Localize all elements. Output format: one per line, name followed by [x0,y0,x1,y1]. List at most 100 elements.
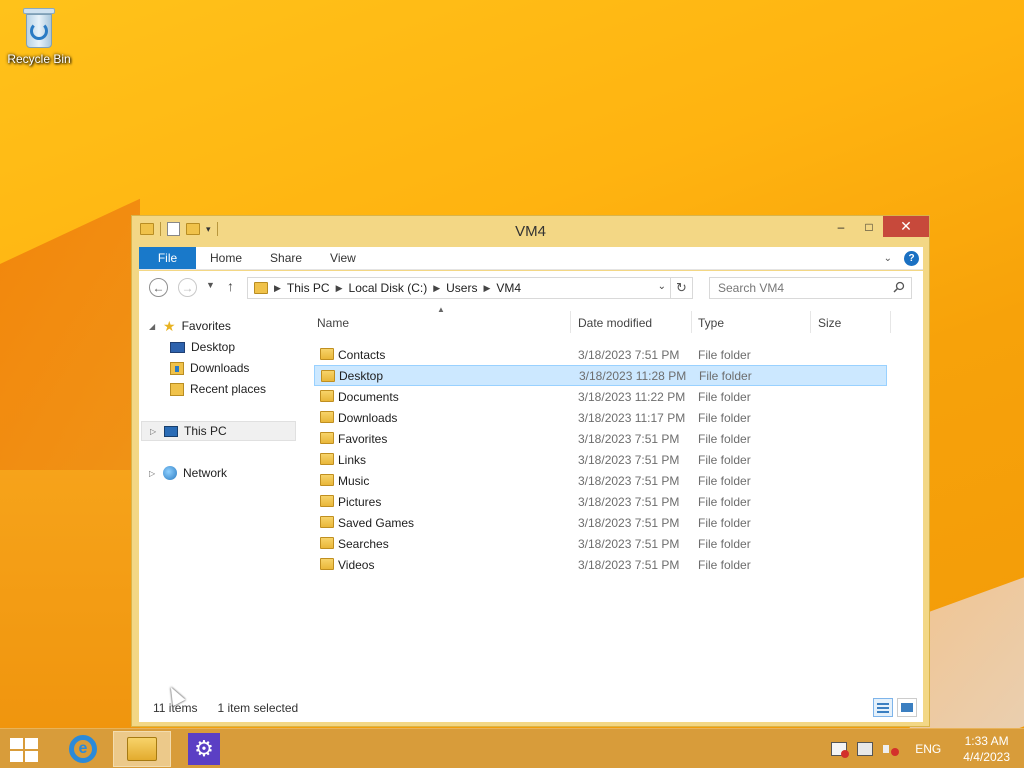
start-button[interactable] [10,738,38,762]
taskbar-file-explorer[interactable] [113,731,171,767]
taskbar: e ⚙ ENG 1:33 AM 4/4/2023 [0,728,1024,768]
desktop-icon-recycle-bin[interactable]: Recycle Bin [4,6,74,66]
nav-item-downloads[interactable]: Downloads [170,358,249,378]
taskbar-internet-explorer[interactable]: e [54,731,112,767]
forward-button[interactable]: → [178,278,197,297]
address-bar[interactable]: ▶ This PC ▶ Local Disk (C:) ▶ Users ▶ VM… [247,277,671,299]
file-type: File folder [699,368,752,383]
file-date: 3/18/2023 7:51 PM [578,473,680,488]
close-button[interactable]: ✕ [883,216,929,237]
breadcrumb-this-pc[interactable]: This PC [287,281,330,295]
network-icon [163,466,177,480]
column-header-name[interactable]: Name [317,316,349,330]
network-status-icon[interactable] [857,742,874,756]
table-row[interactable]: Favorites 3/18/2023 7:51 PM File folder [314,428,887,449]
up-button[interactable]: ↑ [227,278,234,294]
expand-icon[interactable]: ▷ [150,427,158,436]
nav-label: Favorites [181,319,231,333]
file-name: Searches [338,536,389,551]
column-header-size[interactable]: Size [818,316,841,330]
table-row[interactable]: Searches 3/18/2023 7:51 PM File folder [314,533,887,554]
file-name: Contacts [338,347,386,362]
language-indicator[interactable]: ENG [915,742,941,756]
breadcrumb-users[interactable]: Users [446,281,477,295]
breadcrumb-vm4[interactable]: VM4 [496,281,521,295]
table-row[interactable]: Documents 3/18/2023 11:22 PM File folder [314,386,887,407]
tab-home[interactable]: Home [196,247,256,269]
nav-item-recent-places[interactable]: Recent places [170,379,266,399]
help-icon[interactable]: ? [904,250,919,266]
folder-icon [320,432,334,444]
column-divider[interactable] [810,311,811,333]
file-name: Favorites [338,431,388,446]
nav-this-pc[interactable]: ▷ This PC [141,421,296,441]
nav-item-desktop[interactable]: Desktop [170,337,235,357]
title-bar[interactable]: ▾ VM4 – □ ✕ [132,216,929,246]
expand-icon[interactable]: ▷ [149,469,157,478]
file-date: 3/18/2023 7:51 PM [578,515,680,530]
breadcrumb-local-disk[interactable]: Local Disk (C:) [349,281,428,295]
folder-icon [320,474,334,486]
table-row-selected[interactable]: Desktop 3/18/2023 11:28 PM File folder [314,365,887,386]
status-bar: 11 items 1 item selected [139,694,923,722]
table-row[interactable]: Videos 3/18/2023 7:51 PM File folder [314,554,887,575]
tab-file[interactable]: File [139,247,196,269]
explorer-window[interactable]: ▾ VM4 – □ ✕ File Home Share View ⌄ ? ← →… [131,215,930,727]
chevron-right-icon[interactable]: ▶ [433,283,440,294]
column-divider[interactable] [570,311,571,333]
search-input[interactable]: Search VM4 [709,277,912,299]
details-view-button[interactable] [873,698,893,717]
column-divider[interactable] [691,311,692,333]
folder-icon [321,370,335,382]
file-type: File folder [698,389,751,404]
table-row[interactable]: Contacts 3/18/2023 7:51 PM File folder [314,344,887,365]
table-row[interactable]: Downloads 3/18/2023 11:17 PM File folder [314,407,887,428]
nav-favorites[interactable]: ◢ ★ Favorites [149,316,231,336]
chevron-right-icon[interactable]: ▶ [336,283,343,294]
file-type: File folder [698,410,751,425]
chevron-right-icon[interactable]: ▶ [483,283,490,294]
tab-view[interactable]: View [316,247,370,269]
file-name: Videos [338,557,375,572]
maximize-button[interactable]: □ [855,216,883,238]
search-icon[interactable] [893,281,905,293]
clock-date: 4/4/2023 [963,750,1010,764]
clock[interactable]: 1:33 AM 4/4/2023 [963,733,1010,765]
file-date: 3/18/2023 11:17 PM [578,410,686,425]
file-type: File folder [698,536,751,551]
taskbar-settings[interactable]: ⚙ [175,731,233,767]
column-header-date[interactable]: Date modified [578,316,652,330]
chevron-right-icon[interactable]: ▶ [274,283,281,294]
column-header-type[interactable]: Type [698,316,724,330]
window-title: VM4 [515,223,546,240]
file-type: File folder [698,515,751,530]
back-button[interactable]: ← [149,278,168,297]
refresh-button[interactable]: ↻ [671,277,693,299]
volume-muted-icon[interactable] [883,742,900,756]
column-divider[interactable] [890,311,891,333]
minimize-button[interactable]: – [827,216,855,238]
table-row[interactable]: Music 3/18/2023 7:51 PM File folder [314,470,887,491]
file-name: Documents [338,389,399,404]
tab-share[interactable]: Share [256,247,316,269]
clock-time: 1:33 AM [964,734,1009,748]
action-center-icon[interactable] [831,742,850,758]
internet-explorer-icon: e [69,735,97,763]
file-type: File folder [698,431,751,446]
folder-icon [320,558,334,570]
table-row[interactable]: Pictures 3/18/2023 7:51 PM File folder [314,491,887,512]
large-icons-view-button[interactable] [897,698,917,717]
content-area: ◢ ★ Favorites Desktop Downloads Recent p… [139,305,923,694]
folder-icon [320,348,334,360]
windows-logo-tile [25,751,38,762]
file-name: Downloads [338,410,398,425]
recent-locations-icon[interactable]: ▼ [206,280,215,290]
nav-network[interactable]: ▷ Network [149,463,227,483]
collapse-icon[interactable]: ◢ [149,322,157,331]
table-row[interactable]: Saved Games 3/18/2023 7:51 PM File folde… [314,512,887,533]
chevron-down-icon[interactable]: ⌄ [658,281,666,292]
table-row[interactable]: Links 3/18/2023 7:51 PM File folder [314,449,887,470]
file-date: 3/18/2023 7:51 PM [578,494,680,509]
expand-ribbon-icon[interactable]: ⌄ [884,253,892,264]
sort-ascending-icon: ▲ [437,305,445,314]
